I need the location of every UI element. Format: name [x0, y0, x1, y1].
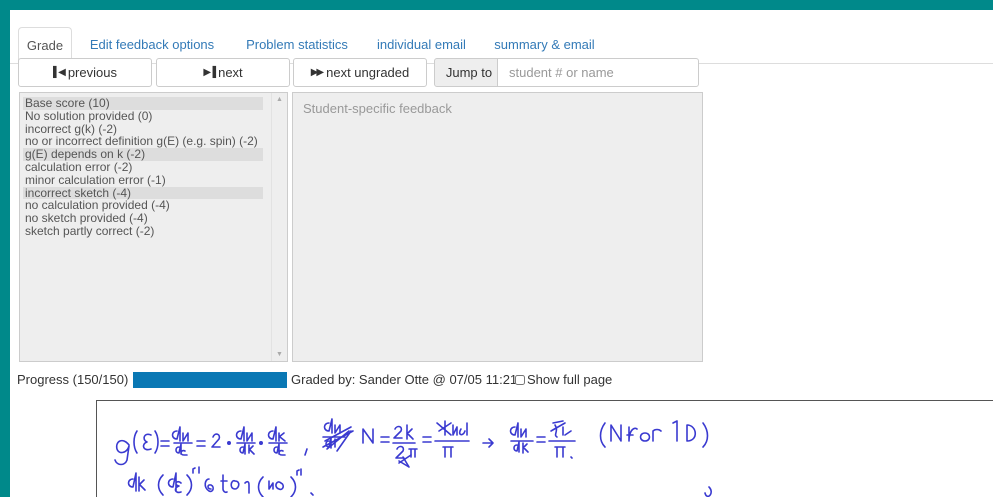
jump-to-label: Jump to [434, 58, 504, 87]
rubric-list[interactable]: Base score (10) No solution provided (0)… [19, 92, 288, 362]
rubric-item[interactable]: minor calculation error (-1) [23, 173, 278, 187]
rubric-item[interactable]: calculation error (-2) [23, 161, 278, 174]
skip-back-icon: ▌◀ [53, 67, 66, 78]
tab-individual-email[interactable]: individual email [370, 27, 473, 62]
handwritten-solution-icon [114, 418, 712, 497]
rubric-options: Base score (10) No solution provided (0)… [23, 97, 278, 238]
scroll-up-icon[interactable]: ▲ [276, 96, 283, 103]
rubric-item[interactable]: Base score (10) [23, 97, 263, 110]
next-button[interactable]: ▶▐ next [156, 58, 290, 87]
graded-by-text: Graded by: Sander Otte @ 07/05 11:21 [291, 372, 518, 387]
progress-bar-fill [133, 372, 287, 388]
show-full-page-toggle[interactable]: Show full page [515, 372, 612, 387]
show-full-page-label: Show full page [527, 372, 613, 387]
rubric-item[interactable]: sketch partly correct (-2) [23, 225, 278, 238]
grading-panel: Grade Edit feedback options Problem stat… [10, 10, 993, 497]
jump-to-input[interactable] [497, 58, 699, 87]
tab-summary-email[interactable]: summary & email [486, 27, 603, 62]
student-feedback-textarea[interactable] [292, 92, 703, 362]
scroll-down-icon[interactable]: ▼ [276, 351, 283, 358]
rubric-scrollbar[interactable]: ▲ ▼ [271, 93, 287, 361]
next-label: next [218, 65, 243, 80]
previous-button[interactable]: ▌◀ previous [18, 58, 152, 87]
show-full-page-checkbox[interactable] [515, 374, 525, 385]
scanned-answer-image [96, 400, 993, 497]
progress-bar [133, 372, 287, 388]
previous-label: previous [67, 65, 117, 80]
tab-problem-statistics[interactable]: Problem statistics [236, 27, 358, 62]
rubric-item[interactable]: No solution provided (0) [23, 109, 278, 123]
progress-label: Progress (150/150) [17, 372, 129, 387]
skip-forward-icon: ▶▐ [203, 67, 216, 78]
next-ungraded-label: next ungraded [326, 65, 410, 80]
next-ungraded-button[interactable]: ▶▶ next ungraded [293, 58, 427, 87]
tab-edit-feedback-options[interactable]: Edit feedback options [84, 27, 220, 62]
fast-forward-icon: ▶▶ [310, 67, 324, 78]
